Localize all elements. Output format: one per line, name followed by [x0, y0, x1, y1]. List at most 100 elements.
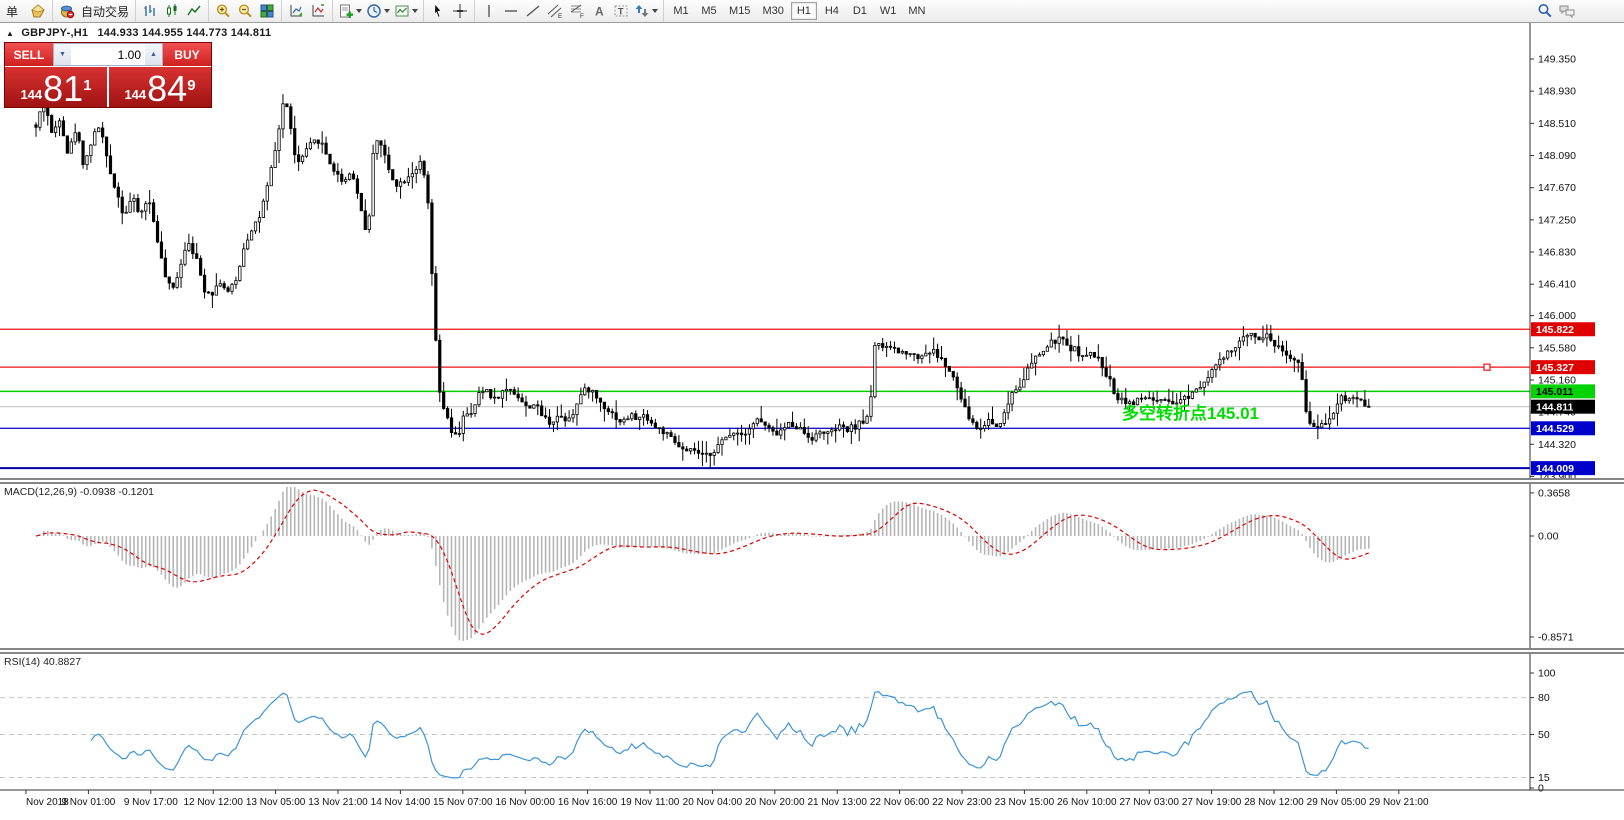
chart-canvas[interactable]: 149.350148.930148.510148.090147.670147.2…: [0, 0, 1624, 820]
volume-control: ▼ ▲: [53, 43, 163, 66]
pane-resize-handle[interactable]: [0, 478, 1624, 484]
timeframe-h1[interactable]: H1: [791, 2, 817, 20]
template-icon[interactable]: [392, 1, 420, 21]
timeframe-h4[interactable]: H4: [819, 2, 845, 20]
clock-icon[interactable]: [364, 1, 392, 21]
svg-text:80: 80: [1538, 692, 1550, 704]
cursor-icon[interactable]: [427, 1, 449, 21]
svg-text:13 Nov 05:00: 13 Nov 05:00: [246, 797, 306, 808]
bar-chart-icon[interactable]: [139, 1, 161, 21]
svg-text:22 Nov 23:00: 22 Nov 23:00: [932, 797, 992, 808]
svg-text:26 Nov 10:00: 26 Nov 10:00: [1057, 797, 1117, 808]
line-chart-icon[interactable]: [183, 1, 205, 21]
tile-windows-icon[interactable]: [256, 1, 278, 21]
svg-text:27 Nov 03:00: 27 Nov 03:00: [1119, 797, 1179, 808]
autotrading-icon[interactable]: [56, 1, 78, 21]
label-icon[interactable]: T: [610, 1, 632, 21]
fibonacci-icon[interactable]: F: [566, 1, 588, 21]
svg-text:20 Nov 04:00: 20 Nov 04:00: [683, 797, 743, 808]
svg-text:19 Nov 11:00: 19 Nov 11:00: [621, 797, 680, 808]
volume-input[interactable]: [71, 44, 145, 65]
svg-text:148.090: 148.090: [1538, 150, 1576, 162]
channel-icon[interactable]: E: [544, 1, 566, 21]
indicator-window-alt-icon[interactable]: [307, 1, 329, 21]
price-axis[interactable]: 149.350148.930148.510148.090147.670147.2…: [1530, 22, 1624, 795]
svg-text:9 Nov 17:00: 9 Nov 17:00: [124, 797, 178, 808]
pane-resize-handle[interactable]: [0, 648, 1624, 654]
svg-text:13 Nov 21:00: 13 Nov 21:00: [308, 797, 368, 808]
svg-text:146.410: 146.410: [1538, 279, 1576, 291]
svg-text:145.327: 145.327: [1536, 362, 1574, 374]
svg-text:145.580: 145.580: [1538, 342, 1576, 354]
buy-price-display[interactable]: 144849: [109, 67, 211, 107]
svg-text:16 Nov 00:00: 16 Nov 00:00: [495, 797, 555, 808]
search-icon[interactable]: [1534, 1, 1556, 21]
svg-text:14 Nov 14:00: 14 Nov 14:00: [371, 797, 431, 808]
timeframe-m15[interactable]: M15: [724, 2, 755, 20]
new-order-icon[interactable]: [27, 1, 49, 21]
svg-text:100: 100: [1538, 668, 1556, 680]
text-icon[interactable]: A: [588, 1, 610, 21]
timeframe-m30[interactable]: M30: [757, 2, 788, 20]
svg-text:27 Nov 19:00: 27 Nov 19:00: [1182, 797, 1242, 808]
rsi-indicator-label: RSI(14) 40.8827: [4, 656, 81, 668]
svg-text:145.011: 145.011: [1536, 386, 1574, 398]
quote-bar: ▲ GBPJPY-,H1 144.933 144.955 144.773 144…: [6, 27, 271, 39]
svg-text:145.822: 145.822: [1536, 324, 1574, 336]
main-toolbar: 单 自动交易 EFA T M1M5M15M30H1H4D1W1MN: [0, 0, 1624, 23]
svg-text:147.670: 147.670: [1538, 182, 1576, 194]
svg-text:0.00: 0.00: [1538, 531, 1559, 543]
chat-icon[interactable]: [1556, 1, 1578, 21]
zoom-in-icon[interactable]: [212, 1, 234, 21]
svg-text:144.811: 144.811: [1536, 401, 1574, 413]
svg-text:15 Nov 07:00: 15 Nov 07:00: [433, 797, 493, 808]
new-order-label[interactable]: 单: [3, 3, 21, 20]
svg-text:144.529: 144.529: [1536, 423, 1574, 435]
horizontal-line-icon[interactable]: [500, 1, 522, 21]
collapse-panel-icon[interactable]: ▲: [6, 29, 14, 38]
vertical-line-icon[interactable]: [478, 1, 500, 21]
autotrading-label[interactable]: 自动交易: [78, 3, 132, 20]
quote-ohlc: 144.933 144.955 144.773 144.811: [97, 27, 271, 39]
svg-text:0.3658: 0.3658: [1538, 487, 1570, 499]
crosshair-icon[interactable]: [449, 1, 471, 21]
svg-text:149.350: 149.350: [1538, 54, 1576, 66]
volume-decrease-button[interactable]: ▼: [54, 44, 71, 65]
macd-indicator-label: MACD(12,26,9) -0.0938 -0.1201: [4, 486, 154, 498]
timeframe-m5[interactable]: M5: [696, 2, 722, 20]
svg-text:148.930: 148.930: [1538, 86, 1576, 98]
indicator-window-icon[interactable]: [285, 1, 307, 21]
volume-increase-button[interactable]: ▲: [145, 44, 162, 65]
buy-button[interactable]: BUY: [163, 43, 211, 66]
sell-price-display[interactable]: 144811: [5, 67, 107, 107]
timeframe-d1[interactable]: D1: [847, 2, 873, 20]
svg-text:E: E: [558, 13, 563, 19]
svg-text:-0.8571: -0.8571: [1538, 631, 1574, 643]
svg-text:147.250: 147.250: [1538, 214, 1576, 226]
svg-text:50: 50: [1538, 729, 1550, 741]
svg-text:29 Nov 21:00: 29 Nov 21:00: [1369, 797, 1429, 808]
svg-text:A: A: [595, 5, 604, 19]
timeframe-m1[interactable]: M1: [668, 2, 694, 20]
svg-text:22 Nov 06:00: 22 Nov 06:00: [870, 797, 930, 808]
trendline-icon[interactable]: [522, 1, 544, 21]
zoom-out-icon[interactable]: [234, 1, 256, 21]
svg-text:29 Nov 05:00: 29 Nov 05:00: [1307, 797, 1367, 808]
svg-text:16 Nov 16:00: 16 Nov 16:00: [558, 797, 618, 808]
svg-text:T: T: [618, 7, 624, 17]
shapes-icon[interactable]: [632, 1, 660, 21]
svg-text:20 Nov 20:00: 20 Nov 20:00: [745, 797, 805, 808]
svg-text:144.009: 144.009: [1536, 463, 1574, 475]
svg-text:144.320: 144.320: [1538, 439, 1576, 451]
add-indicator-icon[interactable]: [336, 1, 364, 21]
sell-button[interactable]: SELL: [5, 43, 53, 66]
svg-text:21 Nov 13:00: 21 Nov 13:00: [807, 797, 867, 808]
svg-text:146.830: 146.830: [1538, 247, 1576, 259]
svg-text:0: 0: [1538, 783, 1544, 795]
candlestick-icon[interactable]: [161, 1, 183, 21]
timeframe-mn[interactable]: MN: [903, 2, 930, 20]
chart-annotation-text: 多空转折点145.01: [1122, 399, 1259, 424]
symbol-title: GBPJPY-,H1: [21, 27, 88, 39]
timeframe-w1[interactable]: W1: [875, 2, 902, 20]
svg-text:9 Nov 01:00: 9 Nov 01:00: [61, 797, 115, 808]
